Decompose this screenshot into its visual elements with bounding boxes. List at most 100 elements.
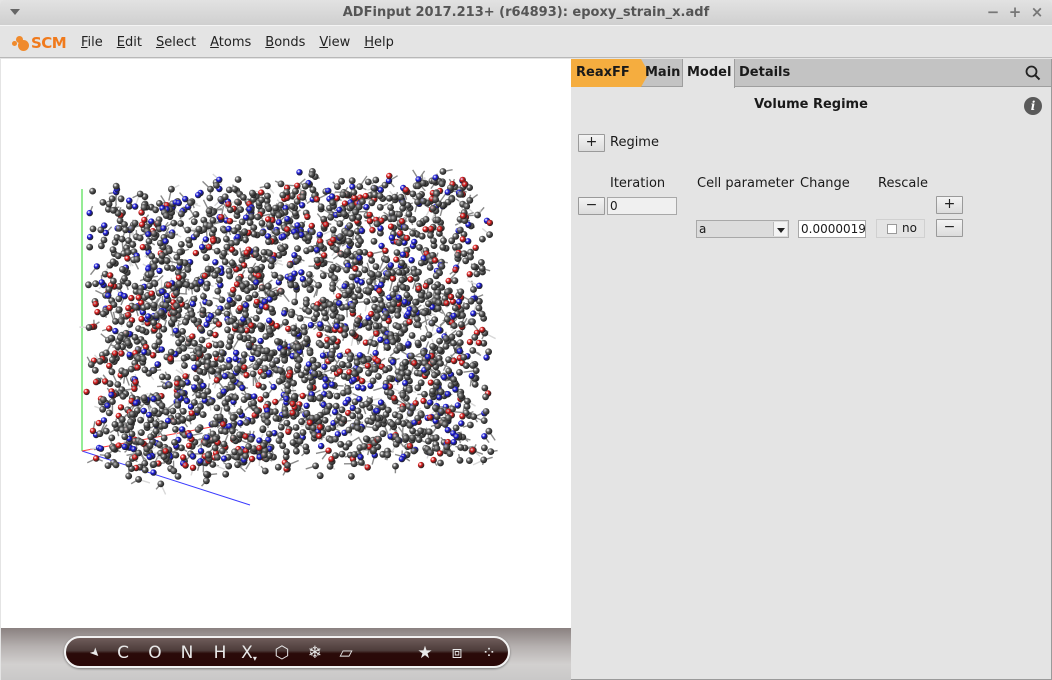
carbon-atom[interactable]: [148, 252, 156, 260]
carbon-atom[interactable]: [293, 432, 300, 440]
nitrogen-atom[interactable]: [261, 298, 269, 305]
carbon-atom[interactable]: [341, 331, 349, 339]
carbon-atom[interactable]: [471, 333, 479, 341]
carbon-atom[interactable]: [109, 246, 117, 254]
carbon-atom[interactable]: [399, 392, 407, 399]
oxygen-atom[interactable]: [167, 355, 174, 363]
carbon-atom[interactable]: [144, 302, 151, 310]
carbon-atom[interactable]: [180, 354, 188, 362]
carbon-atom[interactable]: [395, 418, 402, 426]
nitrogen-atom[interactable]: [189, 453, 197, 460]
carbon-atom[interactable]: [164, 264, 171, 271]
carbon-atom[interactable]: [239, 357, 247, 365]
carbon-atom[interactable]: [371, 340, 378, 348]
carbon-atom[interactable]: [365, 369, 372, 377]
carbon-atom[interactable]: [457, 191, 465, 198]
nitrogen-atom[interactable]: [456, 348, 464, 355]
carbon-atom[interactable]: [229, 427, 236, 435]
carbon-atom[interactable]: [338, 314, 345, 322]
carbon-atom[interactable]: [439, 243, 447, 251]
carbon-atom[interactable]: [372, 263, 380, 271]
nitrogen-atom[interactable]: [232, 355, 239, 363]
nitrogen-atom[interactable]: [222, 373, 229, 380]
carbon-atom[interactable]: [176, 259, 184, 266]
carbon-atom[interactable]: [373, 220, 381, 228]
nitrogen-atom[interactable]: [132, 203, 139, 210]
nitrogen-atom[interactable]: [336, 352, 344, 360]
carbon-atom[interactable]: [282, 318, 289, 326]
carbon-atom[interactable]: [221, 193, 229, 201]
carbon-atom[interactable]: [437, 459, 444, 467]
carbon-atom[interactable]: [398, 276, 406, 284]
carbon-atom[interactable]: [294, 245, 301, 253]
nitrogen-atom[interactable]: [318, 442, 325, 450]
carbon-atom[interactable]: [264, 182, 271, 190]
carbon-atom[interactable]: [242, 452, 250, 460]
carbon-atom[interactable]: [158, 402, 166, 410]
carbon-atom[interactable]: [232, 322, 240, 329]
oxygen-atom[interactable]: [243, 372, 250, 379]
carbon-atom[interactable]: [100, 236, 108, 244]
carbon-atom[interactable]: [356, 183, 364, 190]
carbon-atom[interactable]: [263, 347, 271, 355]
carbon-atom[interactable]: [183, 281, 191, 288]
carbon-atom[interactable]: [110, 277, 117, 285]
nitrogen-atom[interactable]: [154, 361, 161, 368]
carbon-atom[interactable]: [315, 281, 322, 289]
carbon-atom[interactable]: [240, 351, 248, 359]
carbon-atom[interactable]: [316, 472, 324, 480]
nitrogen-atom[interactable]: [399, 251, 407, 258]
nitrogen-atom[interactable]: [411, 238, 418, 246]
nitrogen-atom[interactable]: [158, 346, 165, 353]
carbon-atom[interactable]: [138, 438, 145, 446]
carbon-atom[interactable]: [115, 225, 123, 232]
carbon-atom[interactable]: [225, 462, 233, 470]
carbon-atom[interactable]: [207, 398, 215, 406]
carbon-atom[interactable]: [179, 415, 187, 423]
carbon-atom[interactable]: [422, 216, 430, 223]
oxygen-atom[interactable]: [92, 300, 99, 308]
carbon-atom[interactable]: [416, 244, 423, 251]
carbon-atom[interactable]: [349, 302, 357, 310]
carbon-atom[interactable]: [398, 259, 406, 267]
carbon-atom[interactable]: [409, 230, 416, 237]
carbon-atom[interactable]: [456, 369, 463, 376]
nitrogen-atom[interactable]: [146, 453, 153, 461]
tab-main[interactable]: Main: [641, 59, 683, 87]
nitrogen-atom[interactable]: [444, 189, 451, 196]
carbon-atom[interactable]: [430, 358, 437, 366]
oxygen-atom[interactable]: [399, 218, 406, 225]
carbon-atom[interactable]: [289, 439, 297, 446]
carbon-atom[interactable]: [176, 280, 183, 288]
nitrogen-atom[interactable]: [212, 259, 219, 266]
carbon-atom[interactable]: [252, 314, 260, 322]
nitrogen-atom[interactable]: [405, 310, 412, 317]
oxygen-atom[interactable]: [437, 450, 444, 457]
nitrogen-atom[interactable]: [325, 187, 332, 194]
oxygen-atom[interactable]: [352, 265, 359, 272]
oxygen-atom[interactable]: [304, 213, 311, 220]
carbon-atom[interactable]: [226, 362, 233, 370]
nitrogen-atom[interactable]: [226, 357, 233, 364]
carbon-atom[interactable]: [157, 480, 165, 488]
nitrogen-atom[interactable]: [388, 234, 396, 241]
carbon-atom[interactable]: [293, 257, 301, 265]
oxygen-atom[interactable]: [375, 358, 382, 365]
oxygen-atom[interactable]: [139, 244, 147, 251]
carbon-atom[interactable]: [452, 424, 460, 432]
oxygen-atom[interactable]: [257, 396, 264, 403]
carbon-atom[interactable]: [158, 252, 166, 259]
carbon-atom[interactable]: [121, 433, 129, 441]
oxygen-atom[interactable]: [213, 377, 221, 384]
carbon-atom[interactable]: [405, 210, 413, 218]
oxygen-atom[interactable]: [317, 424, 324, 431]
nitrogen-atom[interactable]: [329, 381, 336, 388]
oxygen-atom[interactable]: [189, 464, 197, 471]
tab-reaxff[interactable]: ReaxFF: [571, 59, 649, 87]
carbon-atom[interactable]: [327, 213, 335, 221]
carbon-atom[interactable]: [231, 448, 239, 456]
carbon-atom[interactable]: [369, 377, 377, 385]
carbon-atom[interactable]: [340, 373, 348, 380]
carbon-atom[interactable]: [307, 395, 315, 402]
carbon-atom[interactable]: [456, 457, 464, 464]
